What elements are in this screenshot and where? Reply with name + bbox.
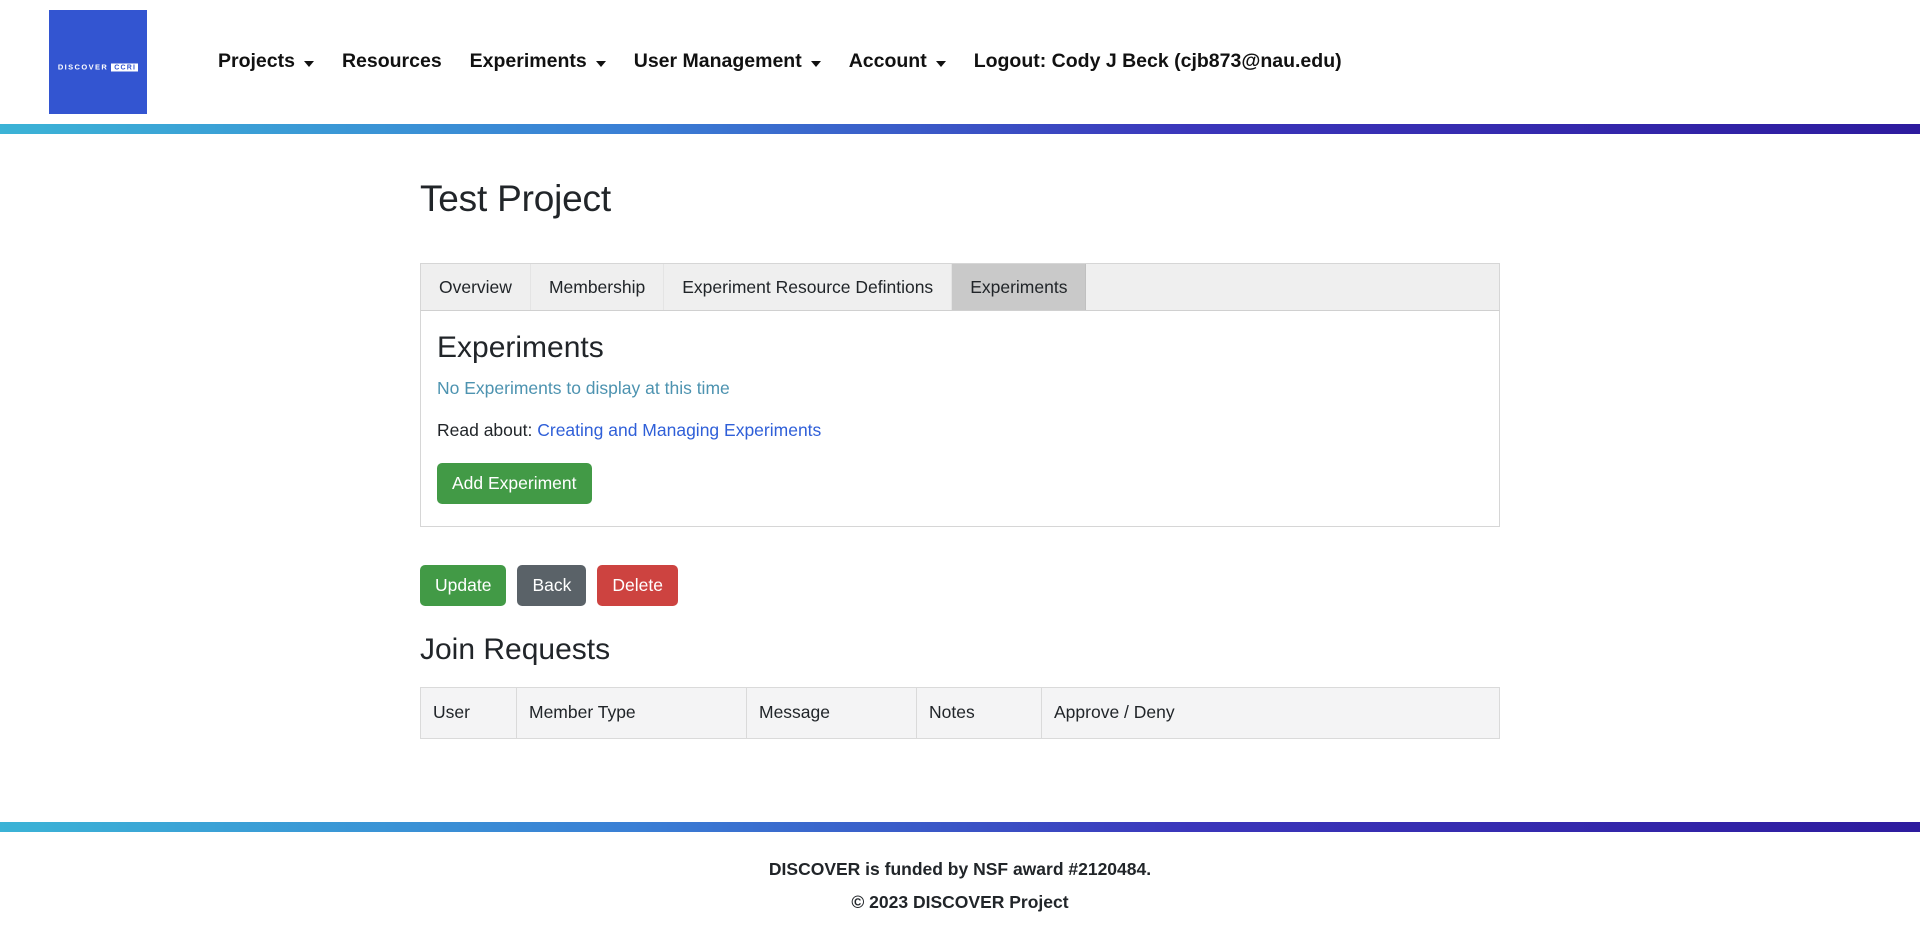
tab-membership[interactable]: Membership bbox=[531, 264, 665, 310]
join-requests-table: User Member Type Message Notes Approve /… bbox=[420, 687, 1500, 740]
nav-item-account[interactable]: Account bbox=[835, 52, 960, 72]
nav-item-logout[interactable]: Logout: Cody J Beck (cjb873@nau.edu) bbox=[960, 52, 1356, 72]
page-title: Test Project bbox=[420, 178, 611, 219]
delete-button[interactable]: Delete bbox=[597, 565, 678, 607]
chevron-down-icon bbox=[595, 61, 606, 67]
column-header-approve-deny: Approve / Deny bbox=[1041, 687, 1500, 739]
content-container: Test Project Overview Membership Experim… bbox=[420, 178, 1500, 740]
tab-experiments-label: Experiments bbox=[970, 276, 1068, 297]
nav-item-resources[interactable]: Resources bbox=[328, 52, 456, 72]
footer-copyright-text: © 2023 DISCOVER Project bbox=[851, 892, 1069, 912]
tab-strip-filler bbox=[1086, 264, 1499, 310]
panel-title: Experiments bbox=[437, 331, 604, 364]
logo-word-discover: DISCOVER bbox=[57, 62, 109, 72]
nav-item-experiments-label: Experiments bbox=[469, 50, 587, 73]
column-header-notes: Notes bbox=[916, 687, 1042, 739]
chevron-down-icon bbox=[303, 61, 314, 67]
tab-experiments[interactable]: Experiments bbox=[952, 264, 1087, 310]
column-header-user: User bbox=[420, 687, 517, 739]
tab-overview[interactable]: Overview bbox=[421, 264, 531, 310]
nav-item-projects[interactable]: Projects bbox=[218, 52, 328, 72]
top-navbar: DISCOVER CCRI Projects Resources Experime… bbox=[0, 0, 1920, 124]
page-footer: DISCOVER is funded by NSF award #2120484… bbox=[0, 822, 1920, 943]
footer-content: DISCOVER is funded by NSF award #2120484… bbox=[0, 832, 1920, 943]
read-about-row: Read about: Creating and Managing Experi… bbox=[437, 420, 1483, 441]
logo-badge-ccri: CCRI bbox=[111, 63, 139, 72]
nav-item-user-management-label: User Management bbox=[633, 50, 802, 73]
experiments-panel: Experiments No Experiments to display at… bbox=[420, 311, 1500, 528]
nav-item-resources-label: Resources bbox=[341, 50, 442, 73]
nav-item-user-management[interactable]: User Management bbox=[620, 52, 835, 72]
add-experiment-button[interactable]: Add Experiment bbox=[437, 463, 592, 505]
page-body: Test Project Overview Membership Experim… bbox=[0, 178, 1920, 740]
tab-experiment-resource-definitions-label: Experiment Resource Defintions bbox=[682, 276, 934, 297]
nav-item-account-label: Account bbox=[848, 50, 927, 73]
join-requests-table-head: User Member Type Message Notes Approve /… bbox=[420, 687, 1500, 739]
header-accent-bar bbox=[0, 124, 1920, 134]
column-header-message: Message bbox=[746, 687, 917, 739]
discover-logo[interactable]: DISCOVER CCRI bbox=[49, 10, 147, 114]
chevron-down-icon bbox=[935, 61, 946, 67]
join-requests-title: Join Requests bbox=[420, 633, 611, 667]
tab-overview-label: Overview bbox=[439, 276, 512, 297]
nav-item-projects-label: Projects bbox=[218, 50, 295, 73]
project-action-buttons: Update Back Delete bbox=[420, 565, 1500, 607]
logo-wordmark: DISCOVER CCRI bbox=[49, 63, 147, 72]
table-header-row: User Member Type Message Notes Approve /… bbox=[420, 687, 1500, 739]
tab-experiment-resource-definitions[interactable]: Experiment Resource Defintions bbox=[664, 264, 953, 310]
tab-membership-label: Membership bbox=[548, 276, 646, 297]
footer-accent-bar bbox=[0, 822, 1920, 832]
update-button[interactable]: Update bbox=[420, 565, 507, 607]
nav-item-logout-label: Logout: Cody J Beck (cjb873@nau.edu) bbox=[973, 50, 1342, 73]
chevron-down-icon bbox=[810, 61, 821, 67]
column-header-member-type: Member Type bbox=[516, 687, 747, 739]
read-about-label: Read about: bbox=[437, 420, 533, 440]
creating-managing-experiments-link[interactable]: Creating and Managing Experiments bbox=[537, 420, 821, 440]
navbar-menu: Projects Resources Experiments User Mana… bbox=[218, 52, 1356, 72]
footer-funding-text: DISCOVER is funded by NSF award #2120484… bbox=[768, 859, 1152, 879]
empty-state-message: No Experiments to display at this time bbox=[437, 378, 730, 398]
nav-item-experiments[interactable]: Experiments bbox=[456, 52, 620, 72]
back-button[interactable]: Back bbox=[517, 565, 587, 607]
project-tabs: Overview Membership Experiment Resource … bbox=[420, 263, 1500, 311]
